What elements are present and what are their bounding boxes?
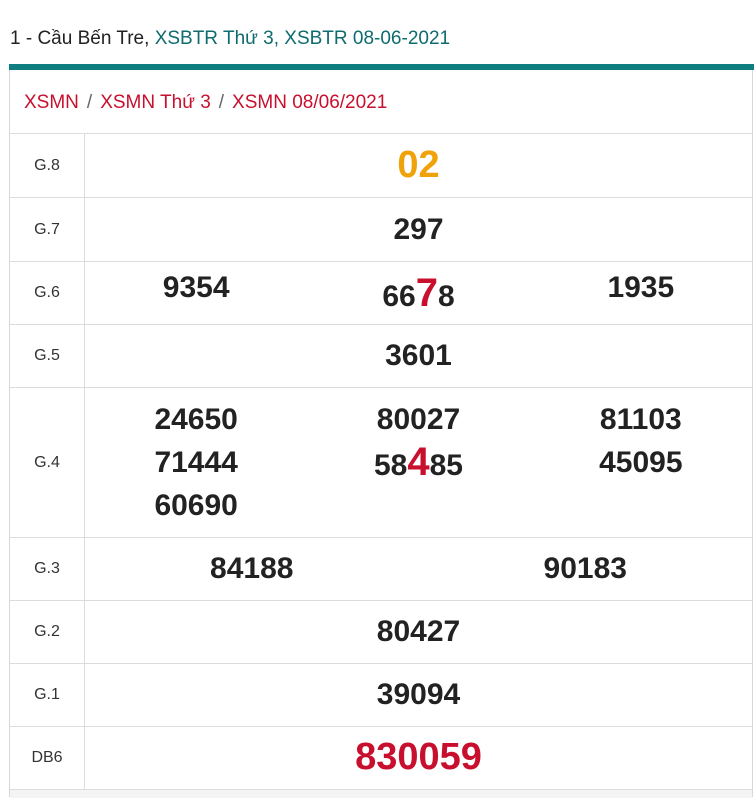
prize-row-g4: G.4 24650 71444 60690 80027 58485 81103 … xyxy=(10,387,752,538)
prize-label: G.4 xyxy=(10,387,85,538)
title-link-weekday[interactable]: XSBTR Thứ 3, xyxy=(155,28,279,49)
breadcrumb-item-weekday[interactable]: XSMN Thứ 3 xyxy=(100,92,211,113)
results-table: G.8 02 G.7 297 G.6 9354 6678 1935 G.5 36… xyxy=(10,133,752,789)
prize-values: 24650 71444 60690 80027 58485 81103 4509… xyxy=(84,387,752,538)
prize-number-special: 830059 xyxy=(355,736,482,779)
prize-row-g8: G.8 02 xyxy=(10,133,752,198)
highlight-digit: 4 xyxy=(407,440,430,484)
breadcrumb-item-xsmn[interactable]: XSMN xyxy=(24,92,79,113)
title-link-date[interactable]: XSBTR 08-06-2021 xyxy=(284,28,450,49)
title-prefix: 1 - Cầu Bến Tre, xyxy=(10,28,150,49)
prize-values: 830059 xyxy=(84,726,752,789)
prize-number: 24650 xyxy=(154,403,238,436)
prize-number: 297 xyxy=(393,212,444,246)
prize-number: 9354 xyxy=(162,270,230,304)
prize-number: 90183 xyxy=(543,552,627,585)
prize-values: 39094 xyxy=(84,663,752,727)
prize-number: 84188 xyxy=(210,552,294,585)
prize-label: G.2 xyxy=(10,600,85,664)
prize-row-g3: G.3 84188 90183 xyxy=(10,537,752,601)
prize-number: 02 xyxy=(397,144,440,186)
breadcrumb-separator: / xyxy=(218,92,225,113)
prize-row-g2: G.2 80427 xyxy=(10,600,752,664)
prize-row-g1: G.1 39094 xyxy=(10,663,752,727)
prize-values: 297 xyxy=(84,197,752,262)
prize-row-g7: G.7 297 xyxy=(10,197,752,262)
prize-row-db: DB6 830059 xyxy=(10,726,752,789)
prize-column: 81103 45095 xyxy=(530,398,752,527)
prize-number: 1935 xyxy=(607,270,675,304)
prize-label: G.5 xyxy=(10,324,85,388)
breadcrumb-item-date[interactable]: XSMN 08/06/2021 xyxy=(232,92,387,113)
prize-label: G.6 xyxy=(10,261,85,325)
page-title: 1 - Cầu Bến Tre, XSBTR Thứ 3, XSBTR 08-0… xyxy=(10,28,450,50)
prize-number: 60690 xyxy=(154,489,238,522)
prize-label: G.1 xyxy=(10,663,85,727)
prize-number: 39094 xyxy=(376,678,461,711)
prize-label: G.3 xyxy=(10,537,85,601)
digit-part: 58 xyxy=(373,449,408,482)
prize-column: 80027 58485 xyxy=(307,398,529,527)
prize-values: 80427 xyxy=(84,600,752,664)
prize-number: 81103 xyxy=(599,403,682,436)
prize-number: 80027 xyxy=(376,403,461,436)
prize-number: 71444 xyxy=(154,446,238,479)
prize-number: 45095 xyxy=(599,446,683,479)
prize-number: 80427 xyxy=(376,615,461,648)
prize-row-g5: G.5 3601 xyxy=(10,324,752,388)
digit-part: 85 xyxy=(429,449,463,482)
highlight-digit: 7 xyxy=(415,270,438,315)
prize-column: 24650 71444 60690 xyxy=(85,398,307,527)
prize-number: 3601 xyxy=(385,339,452,372)
prize-values: 02 xyxy=(84,133,752,198)
prize-label: DB6 xyxy=(10,726,85,789)
digit-part: 66 xyxy=(382,279,416,313)
breadcrumb: XSMN / XSMN Thứ 3 / XSMN 08/06/2021 xyxy=(24,92,387,114)
prize-values: 84188 90183 xyxy=(84,537,752,601)
prize-number: 6678 xyxy=(307,271,529,316)
breadcrumb-separator: / xyxy=(86,92,93,113)
prize-row-g6: G.6 9354 6678 1935 xyxy=(10,261,752,325)
prize-label: G.7 xyxy=(10,197,85,262)
prize-values: 3601 xyxy=(84,324,752,388)
prize-number: 58485 xyxy=(307,441,529,487)
digit-part: 8 xyxy=(437,279,455,313)
prize-label: G.8 xyxy=(10,133,85,198)
prize-values: 9354 6678 1935 xyxy=(84,261,752,325)
